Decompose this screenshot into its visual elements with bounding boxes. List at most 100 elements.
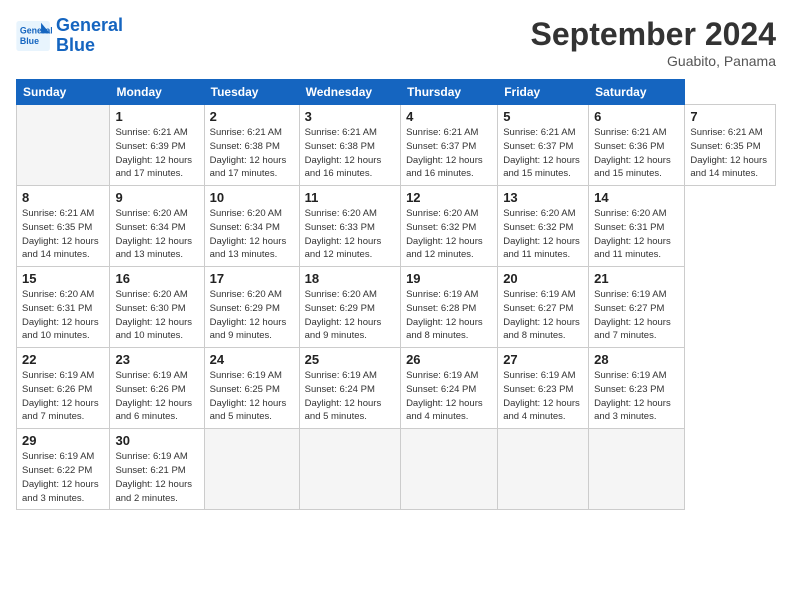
day-cell: 11 Sunrise: 6:20 AM Sunset: 6:33 PM Dayli… — [299, 186, 400, 267]
day-cell: 14 Sunrise: 6:20 AM Sunset: 6:31 PM Dayli… — [589, 186, 685, 267]
col-monday: Monday — [110, 80, 204, 105]
col-saturday: Saturday — [589, 80, 685, 105]
day-info: Sunrise: 6:20 AM Sunset: 6:34 PM Dayligh… — [210, 207, 294, 262]
location: Guabito, Panama — [531, 53, 776, 69]
day-number: 28 — [594, 352, 679, 367]
day-cell: 23Sunrise: 6:19 AM Sunset: 6:26 PM Dayli… — [110, 348, 204, 429]
day-cell: 15 Sunrise: 6:20 AM Sunset: 6:31 PM Dayli… — [17, 267, 110, 348]
day-cell: 4 Sunrise: 6:21 AM Sunset: 6:37 PM Daylig… — [401, 105, 498, 186]
calendar: Sunday Monday Tuesday Wednesday Thursday… — [16, 79, 776, 510]
day-number: 13 — [503, 190, 583, 205]
day-cell — [401, 429, 498, 510]
logo: General Blue General Blue — [16, 16, 123, 56]
day-info: Sunrise: 6:21 AM Sunset: 6:36 PM Dayligh… — [594, 126, 679, 181]
day-number: 24 — [210, 352, 294, 367]
day-cell: 22 Sunrise: 6:19 AM Sunset: 6:26 PM Dayli… — [17, 348, 110, 429]
day-cell: 30Sunrise: 6:19 AM Sunset: 6:21 PM Dayli… — [110, 429, 204, 510]
day-cell: 7 Sunrise: 6:21 AM Sunset: 6:35 PM Daylig… — [685, 105, 776, 186]
week-row-2: 15 Sunrise: 6:20 AM Sunset: 6:31 PM Dayli… — [17, 267, 776, 348]
day-number: 19 — [406, 271, 492, 286]
svg-text:Blue: Blue — [20, 36, 39, 46]
day-number: 6 — [594, 109, 679, 124]
day-number: 5 — [503, 109, 583, 124]
day-cell — [498, 429, 589, 510]
day-info: Sunrise: 6:21 AM Sunset: 6:35 PM Dayligh… — [690, 126, 770, 181]
day-info: Sunrise: 6:19 AM Sunset: 6:22 PM Dayligh… — [22, 450, 104, 505]
day-cell: 3 Sunrise: 6:21 AM Sunset: 6:38 PM Daylig… — [299, 105, 400, 186]
week-row-3: 22 Sunrise: 6:19 AM Sunset: 6:26 PM Dayli… — [17, 348, 776, 429]
day-info: Sunrise: 6:20 AM Sunset: 6:29 PM Dayligh… — [305, 288, 395, 343]
day-info: Sunrise: 6:19 AM Sunset: 6:27 PM Dayligh… — [503, 288, 583, 343]
day-number: 3 — [305, 109, 395, 124]
logo-icon: General Blue — [16, 21, 52, 51]
day-info: Sunrise: 6:19 AM Sunset: 6:23 PM Dayligh… — [503, 369, 583, 424]
day-cell: 20 Sunrise: 6:19 AM Sunset: 6:27 PM Dayli… — [498, 267, 589, 348]
calendar-header-row: Sunday Monday Tuesday Wednesday Thursday… — [17, 80, 776, 105]
day-info: Sunrise: 6:21 AM Sunset: 6:37 PM Dayligh… — [503, 126, 583, 181]
day-number: 15 — [22, 271, 104, 286]
day-cell: 17Sunrise: 6:20 AM Sunset: 6:29 PM Dayli… — [204, 267, 299, 348]
day-cell: 18 Sunrise: 6:20 AM Sunset: 6:29 PM Dayli… — [299, 267, 400, 348]
day-info: Sunrise: 6:20 AM Sunset: 6:32 PM Dayligh… — [503, 207, 583, 262]
month-title: September 2024 — [531, 16, 776, 53]
day-number: 8 — [22, 190, 104, 205]
day-number: 27 — [503, 352, 583, 367]
logo-line2: Blue — [56, 35, 95, 55]
day-number: 18 — [305, 271, 395, 286]
day-number: 16 — [115, 271, 198, 286]
day-cell: 2 Sunrise: 6:21 AM Sunset: 6:38 PM Daylig… — [204, 105, 299, 186]
day-number: 4 — [406, 109, 492, 124]
day-cell: 8 Sunrise: 6:21 AM Sunset: 6:35 PM Daylig… — [17, 186, 110, 267]
week-row-0: 1Sunrise: 6:21 AM Sunset: 6:39 PM Daylig… — [17, 105, 776, 186]
day-info: Sunrise: 6:19 AM Sunset: 6:27 PM Dayligh… — [594, 288, 679, 343]
page: General Blue General Blue September 2024… — [0, 0, 792, 612]
day-number: 14 — [594, 190, 679, 205]
day-number: 25 — [305, 352, 395, 367]
day-number: 10 — [210, 190, 294, 205]
day-cell — [17, 105, 110, 186]
day-cell — [589, 429, 685, 510]
day-cell: 26 Sunrise: 6:19 AM Sunset: 6:24 PM Dayli… — [401, 348, 498, 429]
day-info: Sunrise: 6:20 AM Sunset: 6:34 PM Dayligh… — [115, 207, 198, 262]
day-info: Sunrise: 6:21 AM Sunset: 6:38 PM Dayligh… — [305, 126, 395, 181]
day-number: 22 — [22, 352, 104, 367]
day-info: Sunrise: 6:21 AM Sunset: 6:39 PM Dayligh… — [115, 126, 198, 181]
day-number: 12 — [406, 190, 492, 205]
day-number: 17 — [210, 271, 294, 286]
day-number: 21 — [594, 271, 679, 286]
logo-text: General Blue — [56, 16, 123, 56]
day-info: Sunrise: 6:21 AM Sunset: 6:38 PM Dayligh… — [210, 126, 294, 181]
day-cell: 6 Sunrise: 6:21 AM Sunset: 6:36 PM Daylig… — [589, 105, 685, 186]
day-cell: 19Sunrise: 6:19 AM Sunset: 6:28 PM Dayli… — [401, 267, 498, 348]
day-number: 2 — [210, 109, 294, 124]
day-cell — [204, 429, 299, 510]
day-info: Sunrise: 6:20 AM Sunset: 6:31 PM Dayligh… — [22, 288, 104, 343]
week-row-1: 8 Sunrise: 6:21 AM Sunset: 6:35 PM Daylig… — [17, 186, 776, 267]
title-block: September 2024 Guabito, Panama — [531, 16, 776, 69]
col-friday: Friday — [498, 80, 589, 105]
day-info: Sunrise: 6:21 AM Sunset: 6:35 PM Dayligh… — [22, 207, 104, 262]
day-info: Sunrise: 6:20 AM Sunset: 6:32 PM Dayligh… — [406, 207, 492, 262]
day-info: Sunrise: 6:19 AM Sunset: 6:26 PM Dayligh… — [22, 369, 104, 424]
day-info: Sunrise: 6:19 AM Sunset: 6:24 PM Dayligh… — [406, 369, 492, 424]
day-number: 11 — [305, 190, 395, 205]
day-cell: 21 Sunrise: 6:19 AM Sunset: 6:27 PM Dayli… — [589, 267, 685, 348]
day-info: Sunrise: 6:20 AM Sunset: 6:30 PM Dayligh… — [115, 288, 198, 343]
week-row-4: 29Sunrise: 6:19 AM Sunset: 6:22 PM Dayli… — [17, 429, 776, 510]
day-cell: 5 Sunrise: 6:21 AM Sunset: 6:37 PM Daylig… — [498, 105, 589, 186]
day-info: Sunrise: 6:19 AM Sunset: 6:25 PM Dayligh… — [210, 369, 294, 424]
day-cell: 16 Sunrise: 6:20 AM Sunset: 6:30 PM Dayli… — [110, 267, 204, 348]
day-info: Sunrise: 6:20 AM Sunset: 6:31 PM Dayligh… — [594, 207, 679, 262]
day-number: 20 — [503, 271, 583, 286]
day-number: 30 — [115, 433, 198, 448]
day-info: Sunrise: 6:21 AM Sunset: 6:37 PM Dayligh… — [406, 126, 492, 181]
day-number: 26 — [406, 352, 492, 367]
header: General Blue General Blue September 2024… — [16, 16, 776, 69]
day-cell — [299, 429, 400, 510]
day-cell: 13 Sunrise: 6:20 AM Sunset: 6:32 PM Dayli… — [498, 186, 589, 267]
day-number: 7 — [690, 109, 770, 124]
day-cell: 29Sunrise: 6:19 AM Sunset: 6:22 PM Dayli… — [17, 429, 110, 510]
day-info: Sunrise: 6:20 AM Sunset: 6:33 PM Dayligh… — [305, 207, 395, 262]
day-cell: 10 Sunrise: 6:20 AM Sunset: 6:34 PM Dayli… — [204, 186, 299, 267]
logo-line1: General — [56, 15, 123, 35]
